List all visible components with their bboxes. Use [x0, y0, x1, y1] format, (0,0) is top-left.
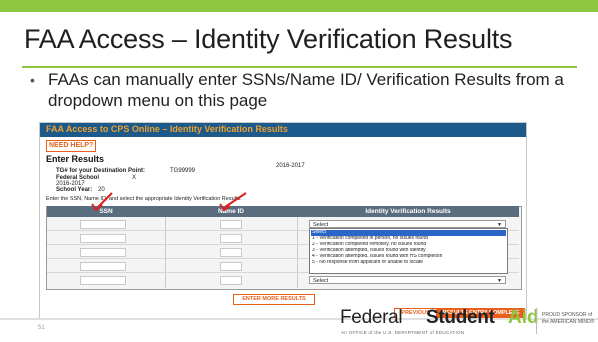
slide-number: 51 — [38, 325, 45, 331]
sponsor-line-1: PROUD SPONSOR of — [542, 312, 593, 318]
sponsor-text: PROUD SPONSOR of the AMERICAN MIND® — [542, 312, 594, 326]
fsa-logo-federal: Federal — [340, 307, 403, 328]
arrow-to-ssn-icon — [91, 192, 113, 211]
fsa-logo-student: Student — [426, 307, 495, 328]
fsa-tagline: An OFFICE of the U.S. DEPARTMENT of EDUC… — [341, 330, 465, 335]
sponsor-line-2: the AMERICAN MIND® — [542, 319, 595, 325]
fsa-logo-aid: Aid — [508, 307, 539, 328]
sponsor-divider — [536, 308, 537, 334]
arrow-to-name-id-icon — [219, 192, 247, 211]
annotation-arrows — [91, 192, 247, 211]
